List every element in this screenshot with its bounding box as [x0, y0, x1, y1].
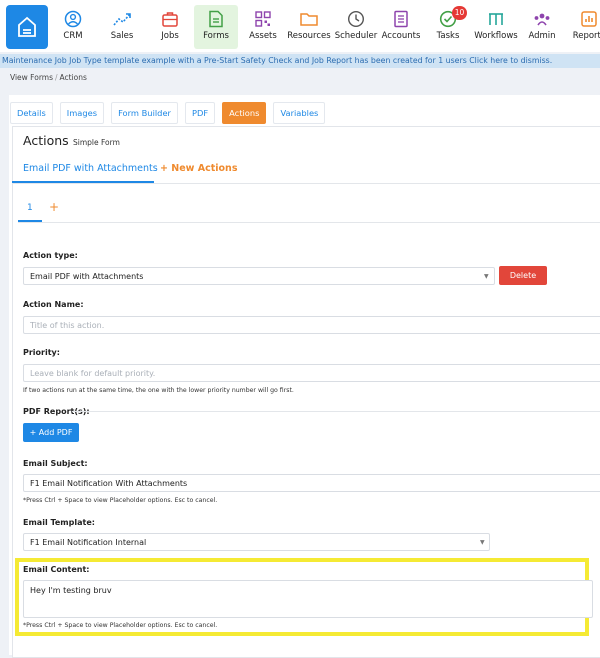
notification-banner[interactable]: Maintenance Job Job Type template exampl… [0, 54, 600, 68]
folder-icon [300, 13, 318, 26]
action-type-select[interactable]: Email PDF with Attachments [23, 267, 495, 285]
nav-accounts[interactable]: Accounts [375, 5, 427, 49]
action-type-label: Action type: [23, 251, 78, 260]
email-subject-help-text: *Press Ctrl + Space to view Placeholder … [23, 497, 218, 504]
page-title: Actions [23, 133, 69, 148]
qr-code-icon [255, 11, 271, 27]
chevron-down-icon: ▼ [480, 539, 485, 546]
home-icon [18, 16, 36, 37]
email-template-select[interactable]: F1 Email Notification Internal [23, 533, 490, 551]
users-icon [534, 13, 550, 26]
email-subject-label: Email Subject: [23, 459, 88, 468]
document-icon [209, 10, 223, 28]
chart-icon [581, 11, 597, 27]
priority-input[interactable]: Leave blank for default priority. [23, 364, 600, 382]
top-navigation: CRM Sales Jobs Forms Assets Resources Sc… [0, 0, 600, 52]
action-name-label: Action Name: [23, 300, 84, 309]
add-pdf-button[interactable]: + Add PDF [23, 423, 79, 442]
breadcrumb-view-forms[interactable]: View Forms [10, 73, 53, 82]
priority-label: Priority: [23, 348, 60, 357]
ledger-icon [394, 10, 408, 28]
add-step-button[interactable]: + [49, 200, 59, 214]
briefcase-icon [162, 12, 178, 27]
email-content-label: Email Content: [23, 565, 90, 574]
action-tab-email-pdf[interactable]: Email PDF with Attachments [23, 163, 158, 174]
tab-images[interactable]: Images [59, 102, 105, 124]
action-name-input[interactable]: Title of this action. [23, 316, 600, 334]
nav-admin[interactable]: Admin [516, 5, 568, 49]
tab-details[interactable]: Details [10, 102, 53, 124]
divider [18, 222, 600, 223]
trend-icon [113, 13, 131, 26]
breadcrumb: View Forms / Actions [10, 73, 87, 82]
tab-form-builder[interactable]: Form Builder [111, 102, 178, 124]
nav-tasks[interactable]: 10 Tasks [422, 5, 474, 49]
nav-jobs[interactable]: Jobs [144, 5, 196, 49]
divider [12, 183, 600, 184]
email-subject-input[interactable]: F1 Email Notification With Attachments [23, 474, 600, 492]
tasks-badge: 10 [452, 6, 467, 20]
breadcrumb-separator: / [54, 73, 58, 82]
divider [72, 411, 600, 412]
chevron-down-icon: ▼ [484, 273, 489, 280]
nav-resources[interactable]: Resources [283, 5, 335, 49]
home-button[interactable] [6, 5, 48, 49]
tab-actions[interactable]: Actions [222, 102, 267, 124]
nav-sales[interactable]: Sales [96, 5, 148, 49]
priority-help-text: If two actions run at the same time, the… [23, 387, 294, 394]
nav-label: Reports [572, 31, 600, 41]
email-content-textarea[interactable]: Hey I'm testing bruv [23, 580, 593, 618]
form-tabs: Details Images Form Builder PDF Actions … [10, 102, 326, 124]
tab-variables[interactable]: Variables [273, 102, 326, 124]
tab-pdf[interactable]: PDF [184, 102, 216, 124]
nav-workflows[interactable]: Workflows [470, 5, 522, 49]
page-subtitle: Simple Form [73, 138, 120, 147]
nav-assets[interactable]: Assets [237, 5, 289, 49]
nav-crm[interactable]: CRM [47, 5, 99, 49]
delete-button[interactable]: Delete [499, 266, 547, 285]
workflow-icon [489, 13, 503, 25]
nav-reports[interactable]: Reports [563, 5, 600, 49]
email-content-help-text: *Press Ctrl + Space to view Placeholder … [23, 622, 218, 629]
user-circle-icon [64, 10, 82, 28]
step-tab-1[interactable]: 1 [27, 203, 33, 213]
new-actions-button[interactable]: + New Actions [160, 163, 237, 174]
breadcrumb-actions: Actions [59, 73, 87, 82]
nav-forms[interactable]: Forms [194, 5, 238, 49]
email-template-label: Email Template: [23, 518, 95, 527]
clock-icon [347, 10, 365, 28]
